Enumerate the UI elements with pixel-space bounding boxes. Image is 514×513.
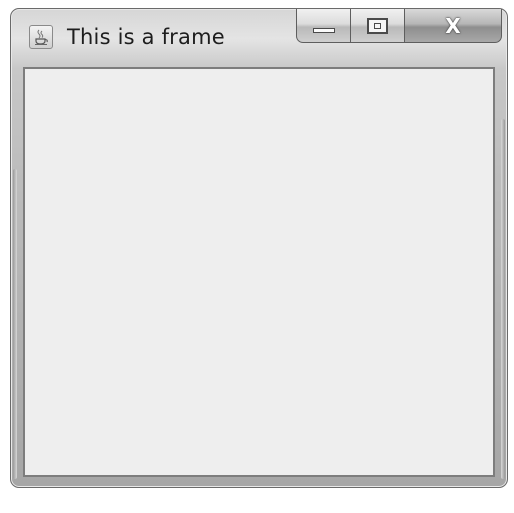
minimize-icon	[313, 28, 335, 33]
java-cup-icon[interactable]	[29, 25, 53, 49]
close-icon: X	[445, 14, 461, 38]
close-button[interactable]: X	[405, 9, 502, 43]
frame-content-pane	[23, 67, 495, 477]
minimize-button[interactable]	[296, 9, 351, 43]
maximize-icon	[367, 18, 388, 34]
window-title: This is a frame	[67, 25, 225, 49]
app-window: This is a frame X	[10, 8, 508, 488]
maximize-button[interactable]	[351, 9, 405, 43]
title-bar[interactable]: This is a frame X	[11, 9, 507, 65]
window-controls: X	[296, 9, 502, 45]
